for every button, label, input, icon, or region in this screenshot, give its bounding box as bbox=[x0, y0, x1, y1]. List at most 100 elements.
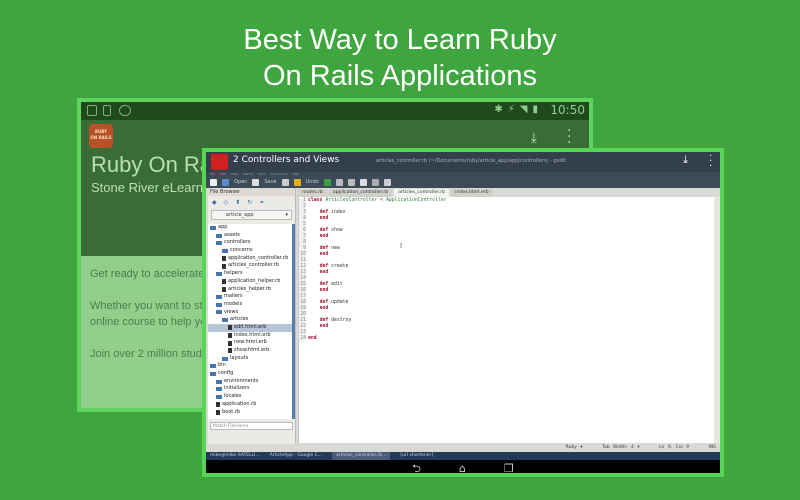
insert-mode: INS bbox=[708, 445, 716, 450]
video-title: 2 Controllers and Views bbox=[233, 155, 340, 165]
file-tree-item[interactable]: controllers bbox=[208, 239, 292, 247]
code-text: end bbox=[319, 252, 329, 257]
file-tree-item[interactable]: mailers bbox=[208, 293, 292, 301]
file-tree-item[interactable]: models bbox=[208, 301, 292, 309]
file-tree-item[interactable]: articles_controller.rb bbox=[208, 262, 292, 270]
file-browser-header: File Browser bbox=[208, 189, 295, 196]
file-tree-item[interactable]: environments bbox=[208, 378, 292, 386]
file-tree-item[interactable]: edit.html.erb bbox=[208, 323, 292, 332]
document-tabs: routes.rb application_controller.rb articl… bbox=[298, 189, 720, 197]
file-browser-nav: ◆ ◇ ⬆ ↻ ⚭ bbox=[208, 196, 295, 208]
file-tree-item[interactable]: application_helper.rb bbox=[208, 278, 292, 286]
download-icon[interactable]: ⤓ bbox=[683, 153, 688, 167]
file-tree-item[interactable]: application.rb bbox=[208, 401, 292, 409]
file-tree-item[interactable]: index.html.erb bbox=[208, 332, 292, 340]
line-number: 24 bbox=[299, 336, 306, 342]
code-editor[interactable]: 1 class ArticlesController < ApplicationC… bbox=[298, 197, 714, 443]
copy-icon[interactable] bbox=[347, 178, 355, 186]
taskbar-item[interactable]: mike@mike-SATELLI... bbox=[210, 452, 260, 460]
taskbar-item[interactable]: ArticleApp - Google C... bbox=[270, 452, 322, 460]
code-text: end bbox=[319, 234, 329, 239]
home-nav-icon[interactable]: ⌂ bbox=[459, 460, 466, 473]
file-tree-item[interactable]: concerns bbox=[208, 247, 292, 255]
cut-icon[interactable] bbox=[335, 178, 343, 186]
ruby-on-rails-logo: RUBY ON RAILS bbox=[89, 124, 113, 148]
undo-icon[interactable] bbox=[293, 178, 301, 186]
tab-routes-rb[interactable]: routes.rb bbox=[298, 189, 327, 197]
gedit-toolbar: Open Save Undo bbox=[206, 176, 720, 188]
status-time: 10:50 bbox=[550, 103, 585, 117]
file-tree-item[interactable]: boot.rb bbox=[208, 409, 292, 417]
language-select[interactable]: Ruby ▾ bbox=[566, 445, 583, 450]
video-title-bar: 2 Controllers and Views articles_control… bbox=[206, 152, 720, 172]
promo-headline: Best Way to Learn Ruby On Rails Applicat… bbox=[0, 22, 800, 94]
download-notification-icon bbox=[103, 105, 111, 116]
save-button[interactable]: Save bbox=[264, 179, 276, 185]
taskbar-item[interactable]: articles_controller.rb... bbox=[332, 452, 391, 460]
code-text: end bbox=[319, 306, 329, 311]
headline-line-1: Best Way to Learn Ruby bbox=[243, 24, 557, 56]
file-tree-item[interactable]: show.html.erb bbox=[208, 347, 292, 355]
app-logo bbox=[211, 154, 228, 170]
gallery-icon bbox=[87, 105, 97, 116]
download-icon[interactable]: ⤓ bbox=[531, 130, 537, 146]
tab-articles-controller-rb[interactable]: articles_controller.rb bbox=[394, 189, 450, 197]
open-icon[interactable] bbox=[222, 178, 229, 186]
desktop-taskbar: mike@mike-SATELLI... ArticleApp - Google … bbox=[206, 452, 720, 460]
paste-icon[interactable] bbox=[359, 178, 367, 186]
forward-icon[interactable]: ◇ bbox=[224, 199, 229, 206]
up-icon[interactable]: ⬆ bbox=[235, 199, 240, 206]
file-tree-item[interactable]: bin bbox=[208, 362, 292, 370]
more-options-icon[interactable]: · · · bbox=[567, 124, 571, 150]
open-button[interactable]: Open bbox=[234, 179, 247, 185]
root-folder-select[interactable]: article_app bbox=[211, 210, 292, 220]
new-file-icon[interactable] bbox=[210, 178, 217, 186]
find-icon[interactable] bbox=[371, 178, 379, 186]
tab-application-controller-rb[interactable]: application_controller.rb bbox=[328, 189, 393, 197]
print-icon[interactable] bbox=[281, 178, 289, 186]
video-player-screen: 2 Controllers and Views articles_control… bbox=[202, 148, 724, 477]
file-tree-item[interactable]: application_controller.rb bbox=[208, 255, 292, 263]
replace-icon[interactable] bbox=[383, 178, 391, 186]
file-tree-item[interactable]: locales bbox=[208, 393, 292, 401]
match-filename-input[interactable]: Match Filename bbox=[210, 422, 293, 430]
cursor-position: Ln 9, Col 9 bbox=[659, 445, 689, 450]
code-text: end bbox=[319, 270, 329, 275]
code-text: class ArticlesController < ApplicationCo… bbox=[308, 198, 447, 203]
file-tree-item[interactable]: articles_helper.rb bbox=[208, 286, 292, 294]
back-nav-icon[interactable]: ⮌ bbox=[412, 460, 421, 473]
file-tree-item[interactable]: views bbox=[208, 309, 292, 317]
file-tree-item[interactable]: new.html.erb bbox=[208, 339, 292, 347]
tab-index-html-erb[interactable]: index.html.erb bbox=[451, 189, 493, 197]
editor-scrollbar[interactable] bbox=[714, 197, 720, 443]
file-tree-item[interactable]: initializers bbox=[208, 385, 292, 393]
file-tree-item[interactable]: config bbox=[208, 370, 292, 378]
file-tree-item[interactable]: assets bbox=[208, 232, 292, 240]
code-text: end bbox=[308, 336, 317, 341]
android-icon bbox=[119, 105, 131, 116]
file-tree-item[interactable]: layouts bbox=[208, 355, 292, 363]
more-options-icon[interactable]: · · · bbox=[709, 152, 712, 172]
code-text: end bbox=[319, 324, 329, 329]
android-nav-bar: ⮌ ⌂ ❐ bbox=[206, 460, 720, 473]
file-tree-item[interactable]: articles bbox=[208, 316, 292, 324]
link-icon[interactable]: ⚭ bbox=[259, 199, 264, 206]
file-tree: app assets controllers concerns application_… bbox=[208, 224, 295, 419]
redo-icon[interactable] bbox=[323, 178, 331, 186]
refresh-icon[interactable]: ↻ bbox=[247, 199, 252, 206]
course-author: Stone River eLearning bbox=[91, 180, 221, 195]
back-icon[interactable]: ◆ bbox=[212, 199, 217, 206]
taskbar-item[interactable]: [url shortener] bbox=[400, 452, 433, 460]
undo-button[interactable]: Undo bbox=[306, 179, 319, 185]
system-status-icons: ✱⚡◥▮ bbox=[494, 104, 543, 115]
file-tree-item[interactable]: helpers bbox=[208, 270, 292, 278]
editor-status-bar: Ruby ▾ Tab Width: 4 ▾ Ln 9, Col 9 INS bbox=[206, 444, 720, 452]
code-text: end bbox=[319, 216, 329, 221]
file-browser-panel: File Browser ◆ ◇ ⬆ ↻ ⚭ article_app appassets… bbox=[208, 189, 296, 444]
recents-nav-icon[interactable]: ❐ bbox=[504, 460, 514, 473]
file-tree-item[interactable]: app bbox=[208, 224, 292, 232]
window-title: articles_controller.rb (~/Documents/ruby… bbox=[376, 158, 567, 164]
save-icon[interactable] bbox=[252, 178, 260, 186]
tab-width-select[interactable]: Tab Width: 4 ▾ bbox=[602, 445, 640, 450]
code-text: end bbox=[319, 288, 329, 293]
